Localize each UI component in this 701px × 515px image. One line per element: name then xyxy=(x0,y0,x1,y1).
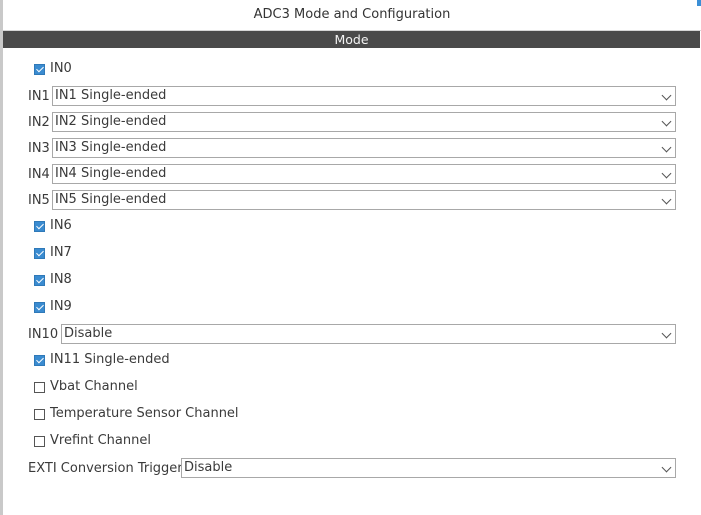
in4-select[interactable]: IN4 Single-ended xyxy=(52,164,676,184)
temp-sensor-label: Temperature Sensor Channel xyxy=(50,406,239,421)
exti-select[interactable]: Disable xyxy=(181,458,676,478)
in1-select[interactable]: IN1 Single-ended xyxy=(52,86,676,106)
chevron-down-icon xyxy=(661,328,672,339)
window-accent xyxy=(697,0,701,6)
in5-label: IN5 xyxy=(28,193,50,208)
exti-label: EXTI Conversion Trigger xyxy=(28,461,183,476)
in9-row[interactable]: IN9 xyxy=(0,297,701,321)
chevron-down-icon xyxy=(661,168,672,179)
in7-label: IN7 xyxy=(50,245,72,260)
in10-row: IN10 Disable xyxy=(0,324,701,348)
in10-select[interactable]: Disable xyxy=(61,324,676,344)
in1-select-value: IN1 Single-ended xyxy=(55,88,167,103)
chevron-down-icon xyxy=(661,142,672,153)
vrefint-checkbox[interactable] xyxy=(34,436,45,447)
in10-select-value: Disable xyxy=(64,326,113,341)
chevron-down-icon xyxy=(661,116,672,127)
in6-label: IN6 xyxy=(50,218,72,233)
in2-row: IN2 IN2 Single-ended xyxy=(0,112,701,136)
in5-select-value: IN5 Single-ended xyxy=(55,192,167,207)
vrefint-label: Vrefint Channel xyxy=(50,433,151,448)
in3-row: IN3 IN3 Single-ended xyxy=(0,138,701,162)
in0-checkbox[interactable] xyxy=(34,64,45,75)
in11-row[interactable]: IN11 Single-ended xyxy=(0,350,701,374)
in11-checkbox[interactable] xyxy=(34,355,45,366)
in4-select-value: IN4 Single-ended xyxy=(55,166,167,181)
chevron-down-icon xyxy=(661,462,672,473)
vbat-label: Vbat Channel xyxy=(50,379,138,394)
in10-label: IN10 xyxy=(28,327,59,342)
in7-row[interactable]: IN7 xyxy=(0,243,701,267)
in0-row[interactable]: IN0 xyxy=(0,59,701,83)
in7-checkbox[interactable] xyxy=(34,248,45,259)
in9-checkbox[interactable] xyxy=(34,302,45,313)
in2-label: IN2 xyxy=(28,115,50,130)
in4-label: IN4 xyxy=(28,167,50,182)
in1-row: IN1 IN1 Single-ended xyxy=(0,86,701,110)
in8-label: IN8 xyxy=(50,272,72,287)
mode-section-header[interactable]: Mode xyxy=(3,31,700,48)
chevron-down-icon xyxy=(661,90,672,101)
in6-row[interactable]: IN6 xyxy=(0,216,701,240)
in6-checkbox[interactable] xyxy=(34,221,45,232)
temp-sensor-row[interactable]: Temperature Sensor Channel xyxy=(0,404,701,428)
exti-select-value: Disable xyxy=(184,460,233,475)
in11-label: IN11 Single-ended xyxy=(50,352,170,367)
in2-select[interactable]: IN2 Single-ended xyxy=(52,112,676,132)
in1-label: IN1 xyxy=(28,89,50,104)
in5-row: IN5 IN5 Single-ended xyxy=(0,190,701,214)
in0-label: IN0 xyxy=(50,61,72,76)
in2-select-value: IN2 Single-ended xyxy=(55,114,167,129)
exti-row: EXTI Conversion Trigger Disable xyxy=(0,458,701,482)
in3-select-value: IN3 Single-ended xyxy=(55,140,167,155)
in8-row[interactable]: IN8 xyxy=(0,270,701,294)
in5-select[interactable]: IN5 Single-ended xyxy=(52,190,676,210)
vbat-row[interactable]: Vbat Channel xyxy=(0,377,701,401)
in3-label: IN3 xyxy=(28,141,50,156)
chevron-down-icon xyxy=(661,194,672,205)
in9-label: IN9 xyxy=(50,299,72,314)
vbat-checkbox[interactable] xyxy=(34,382,45,393)
in8-checkbox[interactable] xyxy=(34,275,45,286)
vrefint-row[interactable]: Vrefint Channel xyxy=(0,431,701,455)
temp-sensor-checkbox[interactable] xyxy=(34,409,45,420)
in4-row: IN4 IN4 Single-ended xyxy=(0,164,701,188)
panel-title: ADC3 Mode and Configuration xyxy=(253,7,451,22)
in3-select[interactable]: IN3 Single-ended xyxy=(52,138,676,158)
